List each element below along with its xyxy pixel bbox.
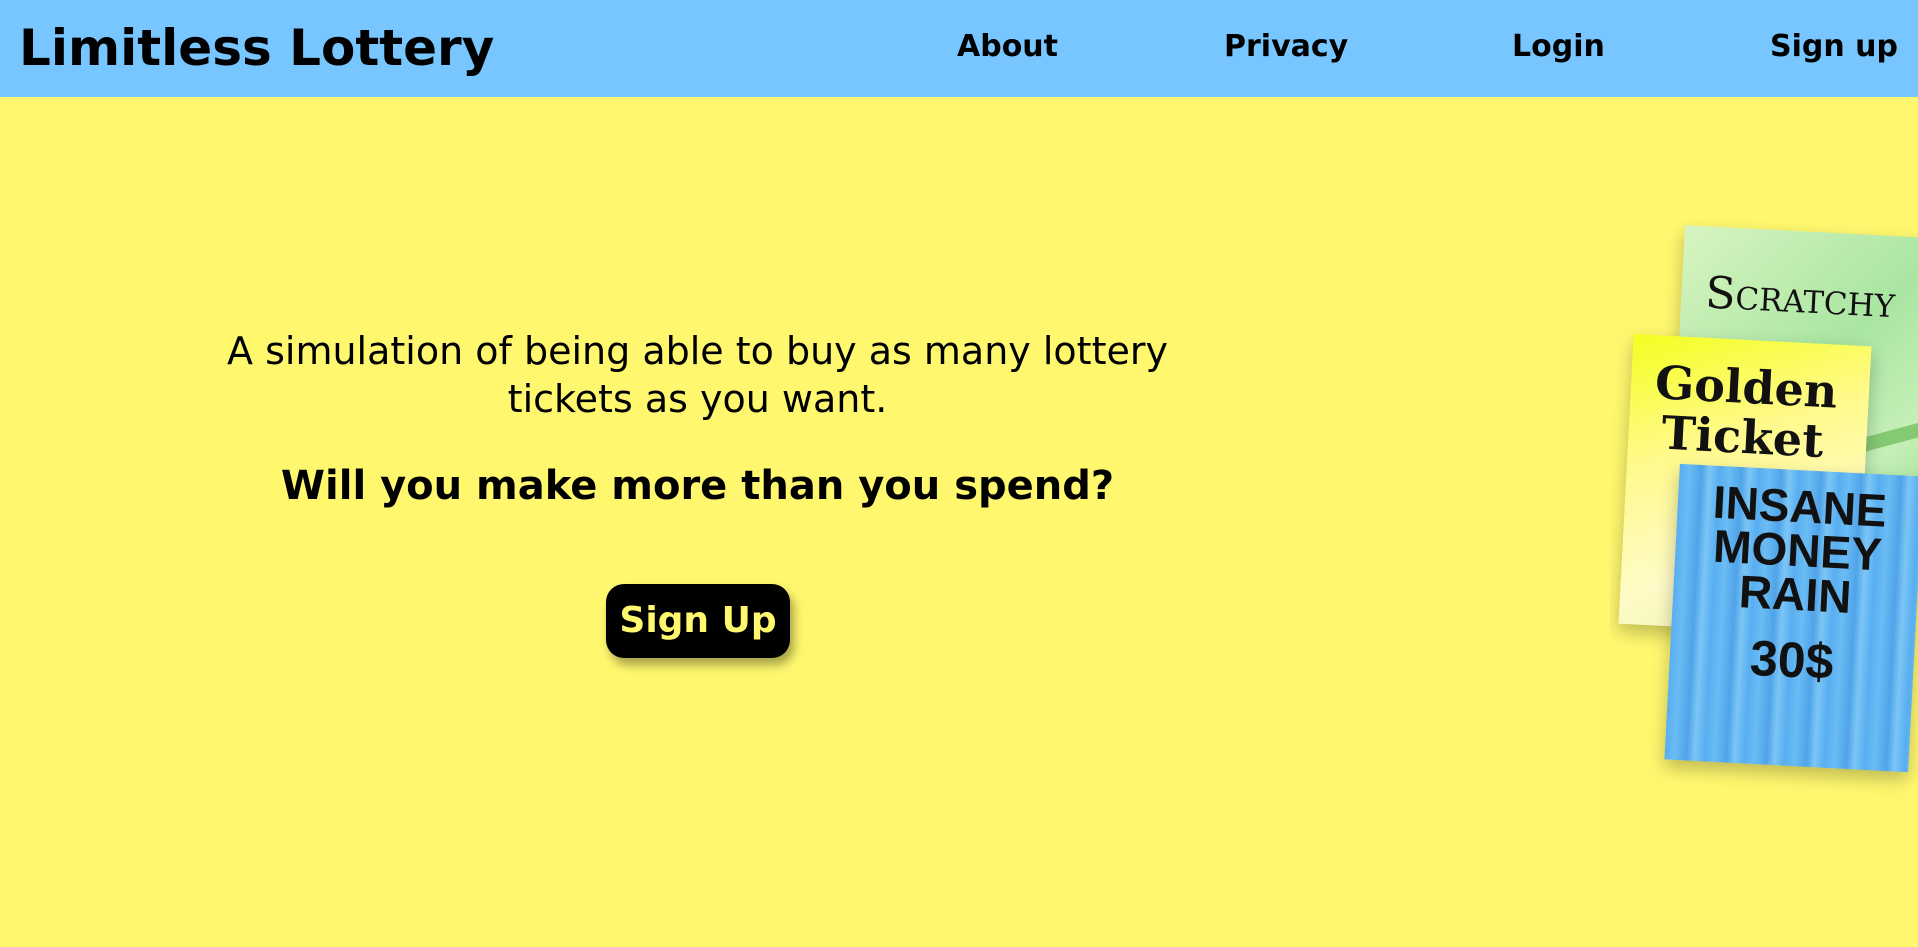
ticket-insane-money-rain: INSANE MONEY RAIN 30$ <box>1664 463 1918 773</box>
top-nav-bar: Limitless Lottery About Privacy Login Si… <box>0 0 1918 97</box>
signup-button[interactable]: Sign Up <box>606 584 790 658</box>
ticket-insane-label: INSANE MONEY RAIN <box>1711 475 1889 623</box>
nav-signup-link[interactable]: Sign up <box>1770 29 1898 65</box>
hero-section: A simulation of being able to buy as man… <box>180 327 1215 511</box>
lottery-tickets-illustration: Scratchy Golden Ticket INSANE MONEY RAIN… <box>1610 220 1918 800</box>
ticket-scratchy-label: Scratchy <box>1704 267 1897 329</box>
hero-question: Will you make more than you spend? <box>280 463 1115 509</box>
ticket-golden-label: Golden Ticket <box>1653 355 1839 469</box>
ticket-insane-price: 30$ <box>1748 629 1835 691</box>
nav-login-link[interactable]: Login <box>1512 29 1605 65</box>
site-logo-title[interactable]: Limitless Lottery <box>19 20 494 76</box>
nav-privacy-link[interactable]: Privacy <box>1224 29 1348 65</box>
hero-tagline: A simulation of being able to buy as man… <box>227 329 1168 421</box>
nav-about-link[interactable]: About <box>957 29 1058 65</box>
